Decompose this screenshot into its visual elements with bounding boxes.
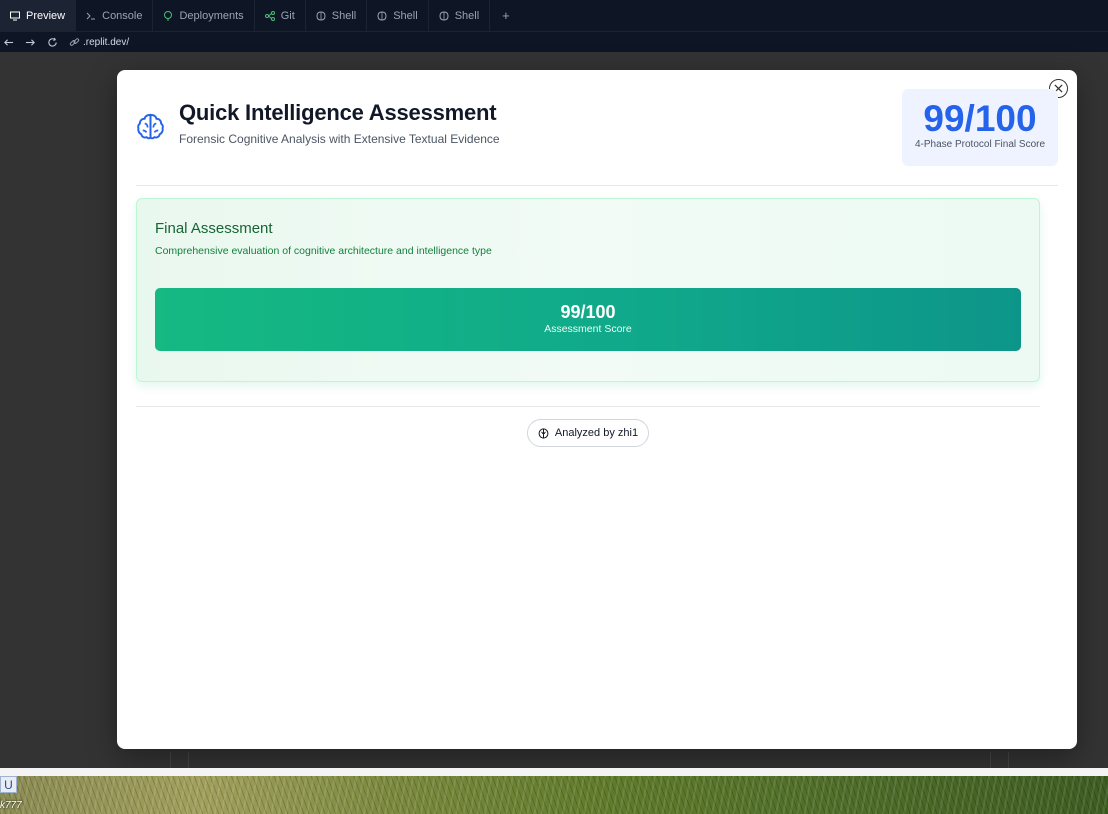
divider [990,752,991,768]
reload-icon[interactable] [46,36,58,48]
final-score-badge: 99/100 4-Phase Protocol Final Score [902,89,1058,166]
card-title: Final Assessment [155,220,273,237]
final-assessment-card: Final Assessment Comprehensive evaluatio… [136,198,1040,382]
divider [136,185,1058,186]
page-subtitle: Forensic Cognitive Analysis with Extensi… [179,132,500,146]
tab-shell-2[interactable]: Shell [367,0,429,32]
desktop-wallpaper [0,776,1108,814]
desktop-app-icon[interactable]: U [0,776,17,793]
desktop-icon-label[interactable]: k777 [0,800,22,811]
tab-label: Console [102,9,143,22]
divider [170,752,171,768]
analyzed-by-badge: Analyzed by zhi1 [527,419,649,447]
ide-tab-bar: Preview Console Deployments Git Shell Sh… [0,0,1108,32]
tab-console[interactable]: Console [76,0,154,32]
divider [188,752,189,768]
url-text: .replit.dev/ [83,36,130,48]
final-score-value: 99/100 [923,98,1037,139]
url-bar: .replit.dev/ [0,32,1108,52]
divider [1008,752,1009,768]
tab-label: Preview [26,9,66,22]
tab-preview[interactable]: Preview [0,0,77,32]
tab-shell-3[interactable]: Shell [429,0,491,32]
tab-label: Shell [454,9,480,22]
tab-label: Git [280,9,295,22]
tab-label: Shell [393,9,418,22]
final-score-caption: 4-Phase Protocol Final Score [914,139,1046,150]
assessment-modal: Quick Intelligence Assessment Forensic C… [117,70,1077,749]
monitor-icon [10,11,20,21]
brain-icon [137,113,164,139]
link-icon [68,36,80,48]
analyzed-by-text: Analyzed by zhi1 [554,427,639,439]
tab-git[interactable]: Git [255,0,306,32]
modal-header: Quick Intelligence Assessment Forensic C… [136,100,500,146]
tab-label: Shell [331,9,357,22]
shell-icon [439,10,449,21]
assessment-score-value: 99/100 [560,302,616,322]
git-icon [264,10,275,21]
url-field[interactable]: .replit.dev/ [68,36,129,48]
divider [136,406,1040,407]
back-arrow-icon[interactable] [2,36,14,48]
brain-icon [538,427,549,439]
terminal-icon [86,11,96,21]
taskbar-strip [0,768,1108,776]
page-title: Quick Intelligence Assessment [179,100,497,125]
forward-arrow-icon[interactable] [24,36,36,48]
add-tab-button[interactable]: + [490,8,522,23]
tab-label: Deployments [179,9,244,22]
card-subtitle: Comprehensive evaluation of cognitive ar… [155,245,492,257]
tab-deployments[interactable]: Deployments [153,0,255,32]
tab-shell-1[interactable]: Shell [306,0,368,32]
assessment-score-caption: Assessment Score [544,323,632,335]
assessment-score-bar: 99/100 Assessment Score [155,288,1021,351]
deploy-icon [163,10,173,21]
shell-icon [377,10,387,21]
shell-icon [316,10,326,21]
